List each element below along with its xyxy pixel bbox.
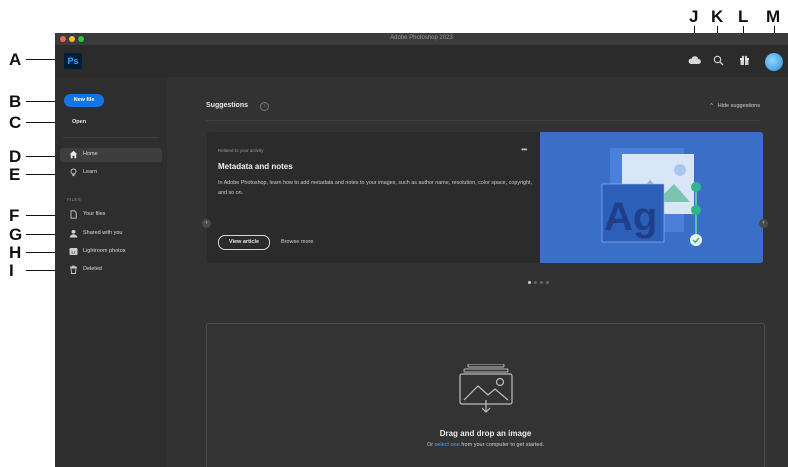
callout-m: M [766,7,781,26]
home-icon [68,150,78,160]
more-options-icon[interactable]: ••• [521,145,527,154]
callout-k: K [711,7,724,26]
sidebar-item-label: Deleted [83,266,102,272]
card-title: Metadata and notes [218,162,293,171]
lightroom-icon: Lr [68,247,78,257]
suggestions-title: Suggestions [206,102,249,109]
browse-more-link[interactable]: Browse more [281,239,313,245]
document-icon [68,210,78,220]
gift-icon[interactable] [737,55,751,69]
card-description: In Adobe Photoshop, learn how to add met… [218,180,533,196]
callout-e: E [9,165,21,184]
carousel-dot[interactable] [540,281,543,284]
title-bar: Adobe Photoshop 2023 [55,33,788,45]
suggestions-divider [206,120,760,121]
photoshop-logo[interactable]: Ps [64,53,82,69]
suggestion-card: Related to your activity ••• Metadata an… [207,132,763,263]
drop-subtitle: Or select one from your computer to get … [207,442,764,448]
new-file-button[interactable]: New file [64,94,104,107]
carousel-dot[interactable] [534,281,537,284]
sidebar-item-shared[interactable]: Shared with you [60,227,162,241]
search-icon[interactable] [711,55,725,69]
files-heading: FILES [67,197,82,202]
main-content: Suggestions i ^ Hide suggestions Related … [167,77,788,467]
carousel-next-button[interactable]: › [759,219,768,228]
sidebar-item-label: Lightroom photos [83,248,126,254]
callout-g: G [9,225,23,244]
carousel-dot[interactable] [546,281,549,284]
open-button[interactable]: Open [72,119,86,125]
app-bar: Ps [55,45,788,77]
callout-c: C [9,113,22,132]
drop-subtitle-suffix: from your computer to get started. [459,442,545,448]
carousel-dot[interactable] [528,281,531,284]
trash-icon [68,265,78,275]
svg-text:Lr: Lr [71,249,75,254]
callout-d: D [9,147,22,166]
callout-a: A [9,50,22,69]
sidebar-item-label: Home [83,151,98,157]
sidebar-item-deleted[interactable]: Deleted [60,263,162,277]
select-one-link[interactable]: select one [435,442,460,448]
sidebar-item-home[interactable]: Home [60,148,162,162]
sidebar-item-lightroom[interactable]: Lr Lightroom photos [60,245,162,259]
hide-suggestions-label: Hide suggestions [717,103,760,109]
callout-i: I [9,261,14,280]
ag-text: Ag [604,195,657,239]
image-drop-icon [458,363,514,419]
drop-subtitle-prefix: Or [426,442,435,448]
drop-zone[interactable]: Drag and drop an image Or select one fro… [206,323,765,467]
callout-j: J [689,7,699,26]
metadata-illustration: Ag [540,132,763,263]
sidebar-item-learn[interactable]: Learn [60,166,162,180]
cloud-icon[interactable] [687,55,701,69]
chevron-up-icon: ^ [710,103,713,109]
sidebar-item-label: Shared with you [83,230,123,236]
drop-title: Drag and drop an image [439,429,532,438]
callout-b: B [9,92,22,111]
sidebar-item-label: Your files [83,211,106,217]
info-icon[interactable]: i [260,102,269,111]
card-context-label: Related to your activity [218,148,264,153]
carousel-indicator [528,271,552,289]
callout-l: L [738,7,749,26]
avatar[interactable] [765,53,783,71]
sidebar-item-your-files[interactable]: Your files [60,208,162,222]
callout-f: F [9,206,20,225]
app-window: Adobe Photoshop 2023 Ps New file Open Ho… [55,33,788,467]
view-article-button[interactable]: View article [218,235,270,250]
suggestion-card-text: Related to your activity ••• Metadata an… [207,132,539,263]
sidebar: New file Open Home Learn FILES Your file… [55,77,167,467]
sidebar-item-label: Learn [83,169,98,175]
person-icon [68,229,78,239]
window-title: Adobe Photoshop 2023 [390,35,453,41]
lightbulb-icon [68,168,78,178]
suggestion-card-image: Ag [540,132,763,263]
hide-suggestions-button[interactable]: ^ Hide suggestions [710,103,760,109]
carousel-prev-button[interactable]: ‹ [202,219,211,228]
callout-h: H [9,243,22,262]
sidebar-divider [63,137,159,138]
